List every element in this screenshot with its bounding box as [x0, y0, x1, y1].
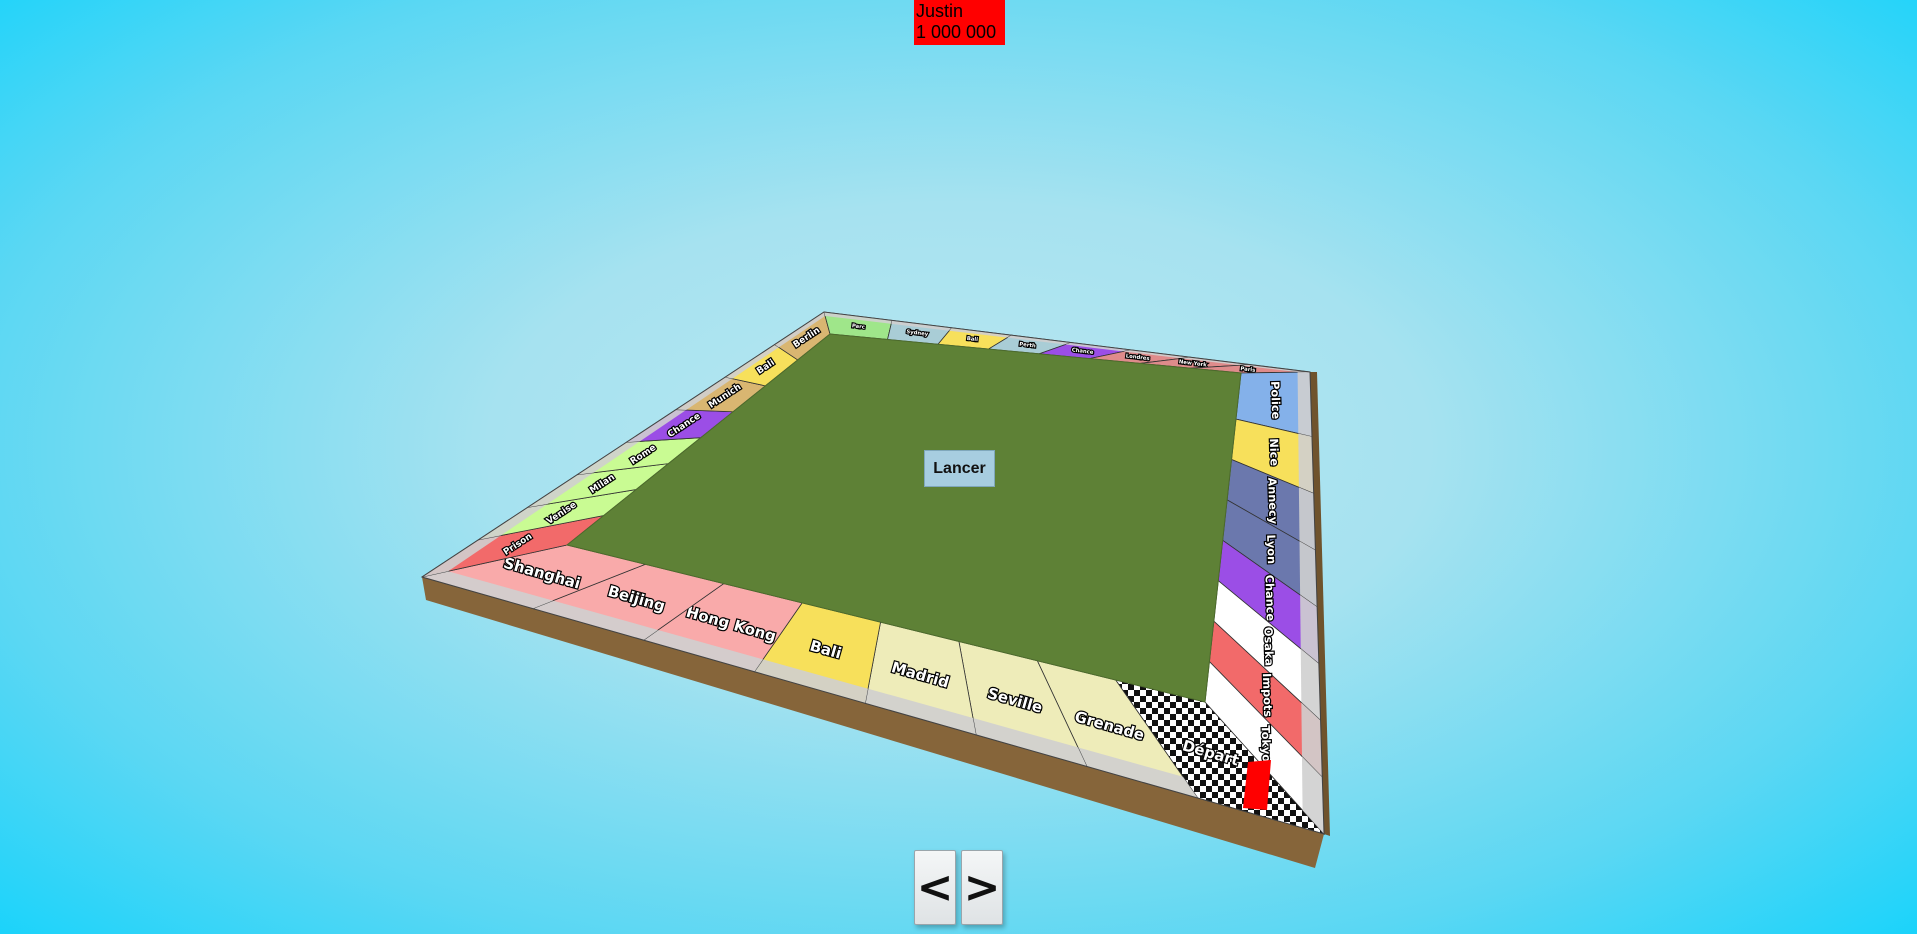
- previous-player-button[interactable]: <: [914, 850, 956, 925]
- board-cell-strip: [1298, 487, 1316, 551]
- board-cell-label: Annecy: [1265, 477, 1279, 525]
- board-cell-label: Police: [1268, 381, 1282, 420]
- board-cell-label: Osaka: [1261, 627, 1275, 666]
- roll-dice-button[interactable]: Lancer: [924, 450, 995, 487]
- board-cell-label: Nice: [1267, 438, 1281, 466]
- board-cell-label: Lyon: [1264, 534, 1278, 564]
- board-cell-strip: [1298, 433, 1314, 494]
- board-cell-label: Chance: [1263, 575, 1277, 622]
- board-cell-label: Tokyo: [1259, 725, 1273, 762]
- board-cell-label: Impots: [1260, 673, 1274, 718]
- next-player-button[interactable]: >: [961, 850, 1003, 925]
